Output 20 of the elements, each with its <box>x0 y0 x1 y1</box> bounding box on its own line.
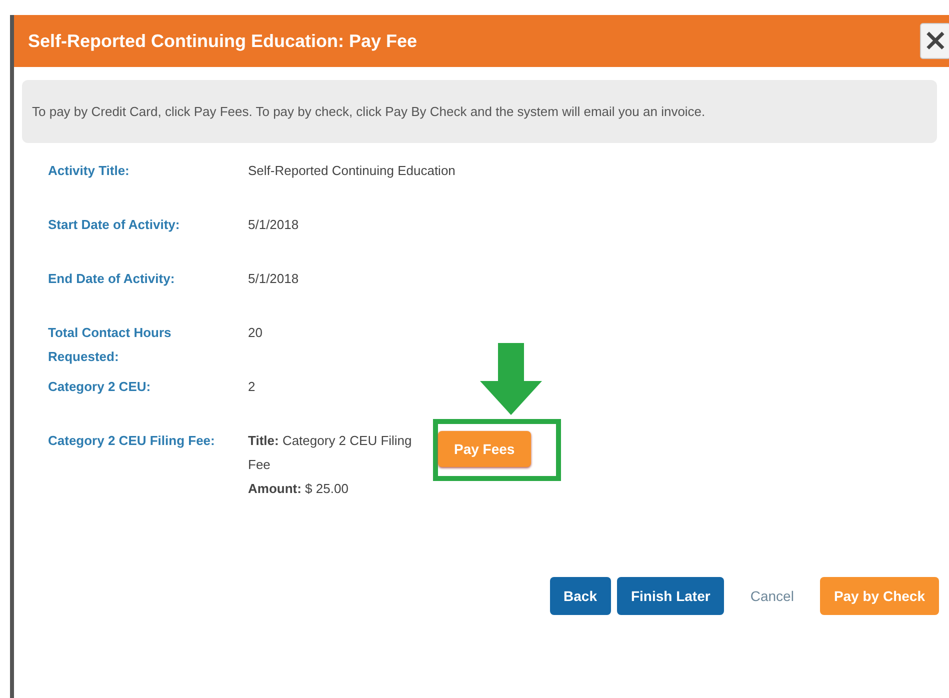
field-value: 5/1/2018 <box>248 217 299 232</box>
field-value: Self-Reported Continuing Education <box>248 163 456 178</box>
down-arrow-icon <box>480 343 542 415</box>
field-value: Amount: $ 25.00 <box>248 480 348 498</box>
field-label: Category 2 CEU: <box>48 378 152 396</box>
footer-button[interactable]: Finish Later <box>616 577 724 615</box>
field-value: 5/1/2018 <box>248 271 299 286</box>
close-button[interactable]: × <box>920 23 949 59</box>
dialog-title: Self-Reported Continuing Education: Pay Fee <box>28 30 418 52</box>
field-label: Total Contact Hours Requested: <box>48 324 172 366</box>
field-value: 2 <box>248 379 256 394</box>
field-label: End Date of Activity: <box>48 270 176 288</box>
footer-button[interactable]: Back <box>550 577 611 615</box>
field-label: Category 2 CEU Filing Fee: <box>48 432 216 450</box>
field-value: Title: Category 2 CEU Filing Fee <box>248 432 413 474</box>
cancel-link[interactable]: Cancel <box>736 577 808 615</box>
field-label: Activity Title: <box>48 162 130 180</box>
info-notice: To pay by Credit Card, click Pay Fees. To pay by check, click Pay By Check and the system will email you an invoice. <box>22 80 937 143</box>
field-value: 20 <box>248 325 262 340</box>
field-label: Start Date of Activity: <box>48 216 181 234</box>
